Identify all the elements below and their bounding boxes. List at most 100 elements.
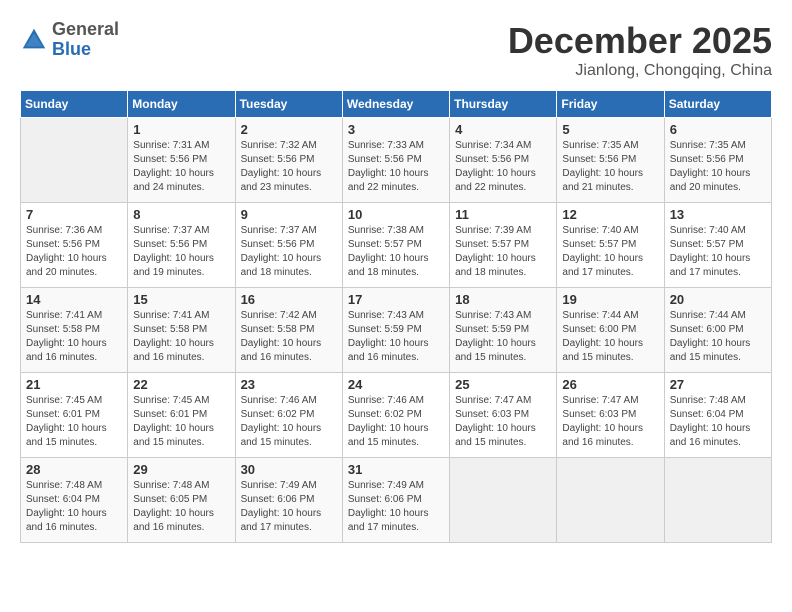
day-info: Sunrise: 7:46 AM Sunset: 6:02 PM Dayligh… [348,394,444,450]
calendar-cell: 30 Sunrise: 7:49 AM Sunset: 6:06 PM Dayli… [235,458,342,543]
logo-general: General [52,19,119,39]
calendar-cell: 3Sunrise: 7:33 AM Sunset: 5:56 PM Daylig… [342,118,449,203]
header-cell-wednesday: Wednesday [342,91,449,118]
day-info: Sunrise: 7:46 AM Sunset: 6:02 PM Dayligh… [241,394,337,450]
day-number: 28 [26,462,122,477]
calendar-cell [450,458,557,543]
calendar-week-1: 1Sunrise: 7:31 AM Sunset: 5:56 PM Daylig… [21,118,772,203]
calendar-cell: 11 Sunrise: 7:39 AM Sunset: 5:57 PM Dayli… [450,203,557,288]
calendar-cell: 18 Sunrise: 7:43 AM Sunset: 5:59 PM Dayli… [450,288,557,373]
calendar-cell: 13Sunrise: 7:40 AM Sunset: 5:57 PM Dayli… [664,203,771,288]
calendar-cell [664,458,771,543]
day-number: 27 [670,377,766,392]
day-info: Sunrise: 7:34 AM Sunset: 5:56 PM Dayligh… [455,139,551,195]
header-row: SundayMondayTuesdayWednesdayThursdayFrid… [21,91,772,118]
calendar-week-2: 7 Sunrise: 7:36 AM Sunset: 5:56 PM Daylig… [21,203,772,288]
calendar-cell: 17Sunrise: 7:43 AM Sunset: 5:59 PM Dayli… [342,288,449,373]
header-cell-thursday: Thursday [450,91,557,118]
calendar-cell: 20 Sunrise: 7:44 AM Sunset: 6:00 PM Dayli… [664,288,771,373]
calendar-cell [21,118,128,203]
day-info: Sunrise: 7:45 AM Sunset: 6:01 PM Dayligh… [26,394,122,450]
day-number: 10 [348,207,444,222]
title-block: December 2025 Jianlong, Chongqing, China [508,20,772,80]
day-number: 7 [26,207,122,222]
day-number: 17 [348,292,444,307]
month-title: December 2025 [508,20,772,62]
day-number: 29 [133,462,229,477]
calendar-week-3: 14 Sunrise: 7:41 AM Sunset: 5:58 PM Dayli… [21,288,772,373]
calendar-cell: 24Sunrise: 7:46 AM Sunset: 6:02 PM Dayli… [342,373,449,458]
day-number: 31 [348,462,444,477]
calendar-cell: 9 Sunrise: 7:37 AM Sunset: 5:56 PM Daylig… [235,203,342,288]
calendar-cell: 2Sunrise: 7:32 AM Sunset: 5:56 PM Daylig… [235,118,342,203]
day-info: Sunrise: 7:37 AM Sunset: 5:56 PM Dayligh… [241,224,337,280]
header-cell-saturday: Saturday [664,91,771,118]
day-number: 26 [562,377,658,392]
day-info: Sunrise: 7:36 AM Sunset: 5:56 PM Dayligh… [26,224,122,280]
day-info: Sunrise: 7:38 AM Sunset: 5:57 PM Dayligh… [348,224,444,280]
day-number: 9 [241,207,337,222]
calendar-body: 1Sunrise: 7:31 AM Sunset: 5:56 PM Daylig… [21,118,772,543]
day-info: Sunrise: 7:35 AM Sunset: 5:56 PM Dayligh… [670,139,766,195]
day-number: 12 [562,207,658,222]
day-number: 30 [241,462,337,477]
day-number: 23 [241,377,337,392]
calendar-cell: 14 Sunrise: 7:41 AM Sunset: 5:58 PM Dayli… [21,288,128,373]
calendar-cell: 8 Sunrise: 7:37 AM Sunset: 5:56 PM Daylig… [128,203,235,288]
day-info: Sunrise: 7:37 AM Sunset: 5:56 PM Dayligh… [133,224,229,280]
header-cell-friday: Friday [557,91,664,118]
calendar-cell: 1Sunrise: 7:31 AM Sunset: 5:56 PM Daylig… [128,118,235,203]
calendar-cell: 7 Sunrise: 7:36 AM Sunset: 5:56 PM Daylig… [21,203,128,288]
day-number: 25 [455,377,551,392]
day-info: Sunrise: 7:47 AM Sunset: 6:03 PM Dayligh… [455,394,551,450]
calendar-week-4: 21 Sunrise: 7:45 AM Sunset: 6:01 PM Dayli… [21,373,772,458]
calendar-cell: 15 Sunrise: 7:41 AM Sunset: 5:58 PM Dayli… [128,288,235,373]
day-info: Sunrise: 7:32 AM Sunset: 5:56 PM Dayligh… [241,139,337,195]
calendar-cell: 12Sunrise: 7:40 AM Sunset: 5:57 PM Dayli… [557,203,664,288]
day-number: 22 [133,377,229,392]
day-info: Sunrise: 7:49 AM Sunset: 6:06 PM Dayligh… [348,479,444,535]
header-cell-tuesday: Tuesday [235,91,342,118]
day-number: 8 [133,207,229,222]
calendar-cell: 16Sunrise: 7:42 AM Sunset: 5:58 PM Dayli… [235,288,342,373]
day-number: 18 [455,292,551,307]
day-info: Sunrise: 7:39 AM Sunset: 5:57 PM Dayligh… [455,224,551,280]
day-number: 4 [455,122,551,137]
day-number: 3 [348,122,444,137]
day-number: 20 [670,292,766,307]
calendar-cell: 6 Sunrise: 7:35 AM Sunset: 5:56 PM Daylig… [664,118,771,203]
calendar-cell: 26Sunrise: 7:47 AM Sunset: 6:03 PM Dayli… [557,373,664,458]
header-cell-monday: Monday [128,91,235,118]
calendar-cell: 27Sunrise: 7:48 AM Sunset: 6:04 PM Dayli… [664,373,771,458]
calendar-cell: 5Sunrise: 7:35 AM Sunset: 5:56 PM Daylig… [557,118,664,203]
day-info: Sunrise: 7:44 AM Sunset: 6:00 PM Dayligh… [670,309,766,365]
day-number: 6 [670,122,766,137]
day-info: Sunrise: 7:41 AM Sunset: 5:58 PM Dayligh… [133,309,229,365]
calendar-cell [557,458,664,543]
calendar-cell: 31 Sunrise: 7:49 AM Sunset: 6:06 PM Dayli… [342,458,449,543]
day-info: Sunrise: 7:48 AM Sunset: 6:05 PM Dayligh… [133,479,229,535]
day-number: 14 [26,292,122,307]
day-info: Sunrise: 7:48 AM Sunset: 6:04 PM Dayligh… [26,479,122,535]
day-info: Sunrise: 7:49 AM Sunset: 6:06 PM Dayligh… [241,479,337,535]
calendar-cell: 4 Sunrise: 7:34 AM Sunset: 5:56 PM Daylig… [450,118,557,203]
logo-blue: Blue [52,39,91,59]
calendar-week-5: 28 Sunrise: 7:48 AM Sunset: 6:04 PM Dayli… [21,458,772,543]
day-info: Sunrise: 7:44 AM Sunset: 6:00 PM Dayligh… [562,309,658,365]
calendar-cell: 19Sunrise: 7:44 AM Sunset: 6:00 PM Dayli… [557,288,664,373]
calendar-cell: 25 Sunrise: 7:47 AM Sunset: 6:03 PM Dayli… [450,373,557,458]
calendar-header: SundayMondayTuesdayWednesdayThursdayFrid… [21,91,772,118]
day-info: Sunrise: 7:42 AM Sunset: 5:58 PM Dayligh… [241,309,337,365]
day-info: Sunrise: 7:41 AM Sunset: 5:58 PM Dayligh… [26,309,122,365]
page-header: General Blue December 2025 Jianlong, Cho… [20,20,772,80]
day-info: Sunrise: 7:43 AM Sunset: 5:59 PM Dayligh… [455,309,551,365]
day-number: 11 [455,207,551,222]
day-number: 21 [26,377,122,392]
day-number: 13 [670,207,766,222]
day-number: 15 [133,292,229,307]
calendar-table: SundayMondayTuesdayWednesdayThursdayFrid… [20,90,772,543]
calendar-cell: 28 Sunrise: 7:48 AM Sunset: 6:04 PM Dayli… [21,458,128,543]
day-info: Sunrise: 7:45 AM Sunset: 6:01 PM Dayligh… [133,394,229,450]
logo-icon [20,26,48,54]
day-info: Sunrise: 7:31 AM Sunset: 5:56 PM Dayligh… [133,139,229,195]
